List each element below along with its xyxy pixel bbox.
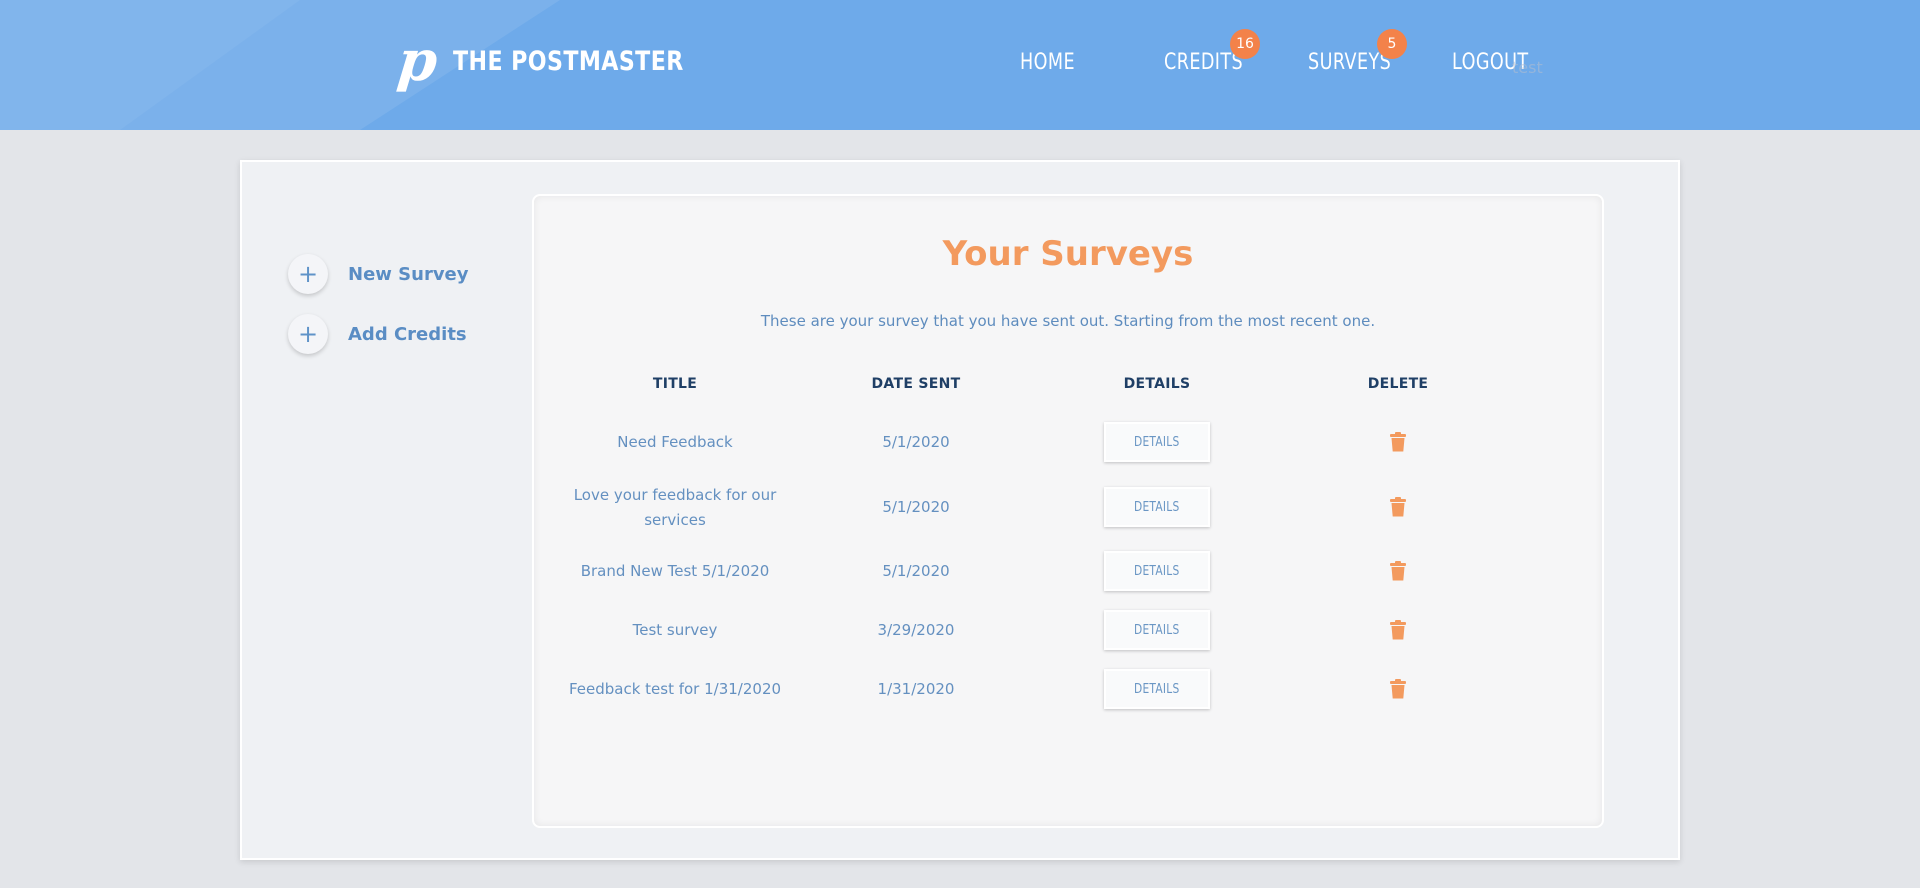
brand-name: THE POSTMASTER	[453, 45, 684, 77]
plus-icon: +	[288, 314, 328, 354]
page-title: Your Surveys	[942, 234, 1194, 274]
details-button-label: DETAILS	[1134, 434, 1180, 450]
details-button-label: DETAILS	[1134, 499, 1180, 515]
survey-date-cell: 5/1/2020	[882, 433, 950, 451]
nav-surveys-link[interactable]: SURVEYS	[1308, 50, 1391, 84]
nav-ghost-text: test	[1512, 58, 1543, 77]
survey-date-cell: 5/1/2020	[882, 498, 950, 516]
column-header-title: TITLE	[652, 376, 698, 392]
details-button-label: DETAILS	[1134, 563, 1180, 579]
brand-logo[interactable]: p THE POSTMASTER	[394, 28, 734, 94]
trash-icon[interactable]	[1390, 497, 1406, 517]
survey-title-cell: Brand New Test 5/1/2020	[580, 562, 770, 580]
page-subtitle: These are your survey that you have sent…	[760, 312, 1376, 330]
top-navbar: p THE POSTMASTER HOME CREDITS SURVEYS LO…	[0, 0, 1920, 130]
add-credits-button[interactable]: + Add Credits	[288, 314, 467, 354]
survey-date-cell: 1/31/2020	[877, 680, 955, 698]
dashboard-panel: + New Survey + Add Credits Your Surveys …	[240, 160, 1680, 860]
details-button-label: DETAILS	[1134, 681, 1180, 697]
trash-icon[interactable]	[1390, 561, 1406, 581]
column-header-date-sent: DATE SENT	[871, 376, 961, 392]
survey-date-cell: 3/29/2020	[877, 621, 955, 639]
new-survey-button[interactable]: + New Survey	[288, 254, 469, 294]
nav-home-link[interactable]: HOME	[1020, 50, 1075, 84]
add-credits-label: Add Credits	[348, 323, 467, 345]
logo-p-icon: p	[394, 28, 441, 94]
column-header-delete: DELETE	[1367, 376, 1429, 392]
header-sheen-decoration	[0, 0, 560, 130]
details-button[interactable]: DETAILS	[1104, 669, 1210, 709]
details-button-label: DETAILS	[1134, 622, 1180, 638]
survey-title-cell: Feedback test for 1/31/2020	[568, 680, 782, 698]
plus-icon: +	[288, 254, 328, 294]
details-button[interactable]: DETAILS	[1104, 610, 1210, 650]
survey-title-cell: Test survey	[632, 621, 718, 639]
surveys-card: Your Surveys These are your survey that …	[532, 194, 1604, 828]
details-button[interactable]: DETAILS	[1104, 422, 1210, 462]
column-header-details: DETAILS	[1123, 376, 1191, 392]
surveys-count-badge: 5	[1377, 29, 1407, 59]
survey-title-cell: Love your feedback for our services	[573, 486, 777, 529]
details-button[interactable]: DETAILS	[1104, 487, 1210, 527]
survey-date-cell: 5/1/2020	[882, 562, 950, 580]
new-survey-label: New Survey	[348, 263, 469, 285]
survey-title-cell: Need Feedback	[617, 433, 733, 451]
trash-icon[interactable]	[1390, 679, 1406, 699]
trash-icon[interactable]	[1390, 620, 1406, 640]
nav-credits-link[interactable]: CREDITS	[1164, 50, 1243, 84]
trash-icon[interactable]	[1390, 432, 1406, 452]
credits-count-badge: 16	[1230, 29, 1260, 59]
details-button[interactable]: DETAILS	[1104, 551, 1210, 591]
